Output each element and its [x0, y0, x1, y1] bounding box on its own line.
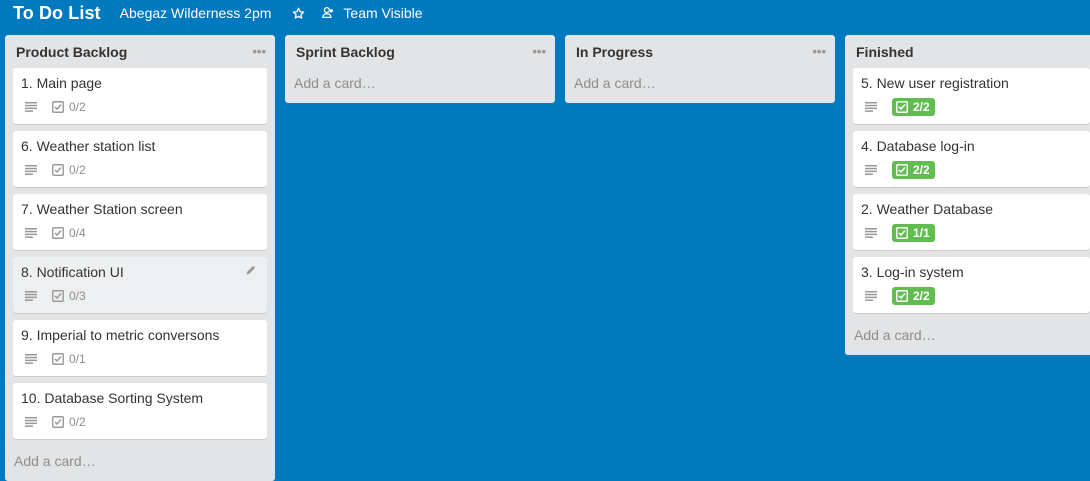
card[interactable]: 9. Imperial to metric conversons 0/1 — [13, 320, 267, 376]
card-title: 9. Imperial to metric conversons — [21, 327, 220, 343]
card[interactable]: 10. Database Sorting System 0/2 — [13, 383, 267, 439]
checklist-icon — [52, 353, 64, 365]
checklist-badge-complete: 2/2 — [892, 98, 935, 116]
checklist-icon — [896, 227, 908, 239]
checklist-badge: 0/2 — [52, 415, 86, 429]
card-title: 1. Main page — [21, 75, 102, 91]
list-header[interactable]: In Progress ••• — [565, 35, 835, 68]
ellipsis-icon[interactable]: ••• — [252, 45, 266, 58]
checklist-count: 0/3 — [69, 289, 86, 303]
description-icon — [25, 417, 37, 427]
checklist-count: 0/4 — [69, 226, 86, 240]
visibility-button[interactable]: Team Visible — [322, 5, 423, 21]
card-title: 7. Weather Station screen — [21, 201, 183, 217]
card-title: 3. Log-in system — [861, 264, 964, 280]
team-icon — [322, 6, 336, 20]
board-header: To Do List Abegaz Wilderness 2pm Team Vi… — [0, 0, 1090, 26]
checklist-icon — [896, 290, 908, 302]
visibility-label: Team Visible — [343, 5, 423, 21]
card-title: 4. Database log-in — [861, 138, 975, 154]
card[interactable]: 3. Log-in system 2/2 — [853, 257, 1090, 313]
list-title[interactable]: Sprint Backlog — [296, 44, 395, 60]
description-icon — [25, 228, 37, 238]
checklist-icon — [896, 164, 908, 176]
description-icon — [25, 291, 37, 301]
checklist-icon — [52, 290, 64, 302]
checklist-badge: 0/4 — [52, 226, 86, 240]
description-icon — [25, 165, 37, 175]
card[interactable]: 5. New user registration 2/2 — [853, 68, 1090, 124]
description-icon — [865, 291, 877, 301]
board-title[interactable]: To Do List — [13, 3, 101, 24]
checklist-badge: 0/3 — [52, 289, 86, 303]
checklist-count: 0/1 — [69, 352, 86, 366]
list-header[interactable]: Sprint Backlog ••• — [285, 35, 555, 68]
card-title: 2. Weather Database — [861, 201, 994, 217]
checklist-icon — [52, 416, 64, 428]
card[interactable]: 7. Weather Station screen 0/4 — [13, 194, 267, 250]
list-header[interactable]: Finished — [845, 35, 1090, 68]
description-icon — [865, 102, 877, 112]
checklist-count: 2/2 — [913, 100, 930, 114]
card-title: 6. Weather station list — [21, 138, 156, 154]
checklist-count: 0/2 — [69, 100, 86, 114]
list-title[interactable]: Finished — [856, 44, 914, 60]
description-icon — [865, 165, 877, 175]
list-product-backlog: Product Backlog ••• 1. Main page 0/2 6. … — [5, 35, 275, 481]
ellipsis-icon[interactable]: ••• — [812, 45, 826, 58]
card-title: 5. New user registration — [861, 75, 1009, 91]
add-card-button[interactable]: Add a card… — [845, 320, 1090, 350]
checklist-badge: 0/2 — [52, 163, 86, 177]
checklist-badge-complete: 1/1 — [892, 224, 935, 242]
pencil-icon[interactable] — [245, 264, 257, 276]
ellipsis-icon[interactable]: ••• — [532, 45, 546, 58]
add-card-button[interactable]: Add a card… — [285, 68, 555, 98]
list-in-progress: In Progress ••• Add a card… — [565, 35, 835, 103]
list-sprint-backlog: Sprint Backlog ••• Add a card… — [285, 35, 555, 103]
board-name[interactable]: Abegaz Wilderness 2pm — [120, 5, 272, 21]
card-title: 10. Database Sorting System — [21, 390, 204, 406]
card-title: 8. Notification UI — [21, 264, 124, 280]
card[interactable]: 1. Main page 0/2 — [13, 68, 267, 124]
card[interactable]: 6. Weather station list 0/2 — [13, 131, 267, 187]
description-icon — [25, 354, 37, 364]
add-card-button[interactable]: Add a card… — [5, 446, 275, 476]
add-card-button[interactable]: Add a card… — [565, 68, 835, 98]
description-icon — [865, 228, 877, 238]
list-title[interactable]: In Progress — [576, 44, 653, 60]
checklist-badge: 0/1 — [52, 352, 86, 366]
checklist-icon — [52, 164, 64, 176]
checklist-count: 1/1 — [913, 226, 930, 240]
checklist-badge-complete: 2/2 — [892, 287, 935, 305]
card[interactable]: 2. Weather Database 1/1 — [853, 194, 1090, 250]
checklist-count: 0/2 — [69, 163, 86, 177]
list-finished: Finished 5. New user registration 2/2 4.… — [845, 35, 1090, 355]
checklist-badge: 0/2 — [52, 100, 86, 114]
card[interactable]: 4. Database log-in 2/2 — [853, 131, 1090, 187]
card[interactable]: 8. Notification UI 0/3 — [13, 257, 267, 313]
checklist-icon — [52, 227, 64, 239]
list-header[interactable]: Product Backlog ••• — [5, 35, 275, 68]
checklist-count: 0/2 — [69, 415, 86, 429]
checklist-icon — [52, 101, 64, 113]
checklist-badge-complete: 2/2 — [892, 161, 935, 179]
checklist-icon — [896, 101, 908, 113]
checklist-count: 2/2 — [913, 289, 930, 303]
checklist-count: 2/2 — [913, 163, 930, 177]
description-icon — [25, 102, 37, 112]
list-title[interactable]: Product Backlog — [16, 44, 127, 60]
star-icon[interactable] — [291, 6, 305, 20]
